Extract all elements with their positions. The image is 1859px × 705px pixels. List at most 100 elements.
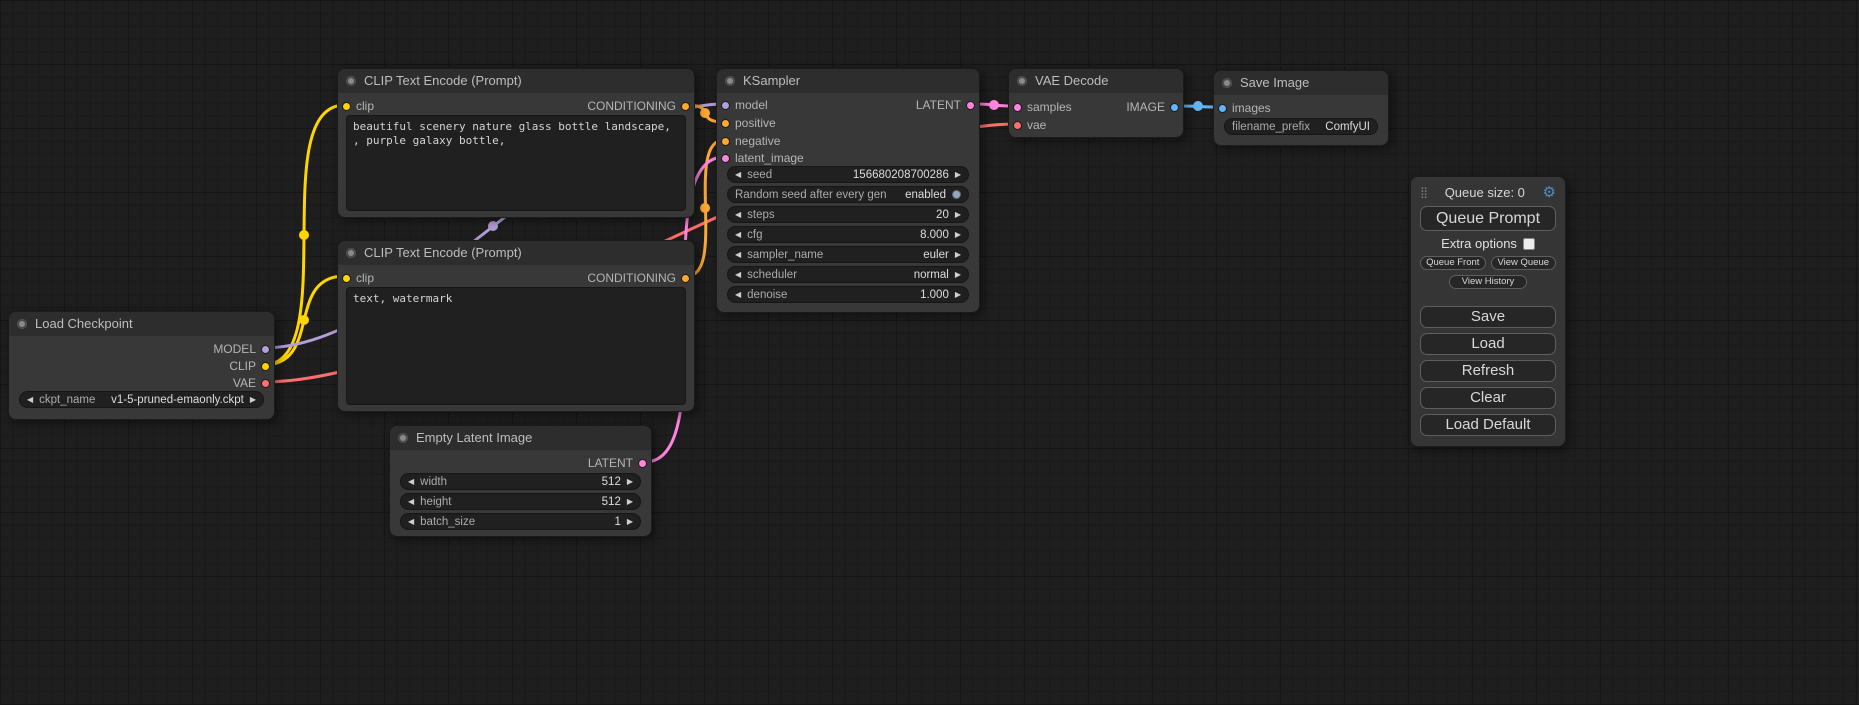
collapse-dot-icon[interactable]: [398, 433, 408, 443]
left-arrow-icon[interactable]: ◀: [735, 246, 741, 263]
right-arrow-icon[interactable]: ▶: [955, 286, 961, 303]
input-slot-clip: clip: [338, 98, 374, 114]
right-arrow-icon[interactable]: ▶: [627, 513, 633, 530]
denoise-widget[interactable]: ◀ denoise 1.000 ▶: [727, 286, 969, 303]
image-output-dot[interactable]: [1170, 103, 1179, 112]
left-arrow-icon[interactable]: ◀: [735, 166, 741, 183]
positive-input-dot[interactable]: [721, 119, 730, 128]
left-arrow-icon[interactable]: ◀: [735, 286, 741, 303]
left-arrow-icon[interactable]: ◀: [735, 266, 741, 283]
seed-widget[interactable]: ◀ seed 156680208700286 ▶: [727, 166, 969, 183]
cfg-widget[interactable]: ◀ cfg 8.000 ▶: [727, 226, 969, 243]
clip-input-dot[interactable]: [342, 274, 351, 283]
node-load-checkpoint[interactable]: Load Checkpoint MODEL CLIP VAE ◀ ckpt_na…: [8, 311, 275, 420]
queue-front-button[interactable]: Queue Front: [1420, 256, 1486, 270]
gear-icon[interactable]: ⚙: [1543, 185, 1556, 200]
conditioning-output-dot[interactable]: [681, 102, 690, 111]
extra-options-row: Extra options: [1420, 236, 1556, 251]
right-arrow-icon[interactable]: ▶: [955, 226, 961, 243]
extra-options-checkbox[interactable]: [1523, 238, 1535, 250]
vae-input-dot[interactable]: [1013, 121, 1022, 130]
collapse-dot-icon[interactable]: [17, 319, 27, 329]
left-arrow-icon[interactable]: ◀: [27, 391, 33, 408]
save-button[interactable]: Save: [1420, 306, 1556, 328]
node-empty-latent-image[interactable]: Empty Latent Image LATENT ◀ width 512 ▶ …: [389, 425, 652, 537]
latent-output-dot[interactable]: [966, 101, 975, 110]
view-history-button[interactable]: View History: [1449, 275, 1527, 289]
vae-output-dot[interactable]: [261, 379, 270, 388]
node-title-bar[interactable]: VAE Decode: [1009, 69, 1183, 93]
node-canvas[interactable]: { "colors": { "model": "#B39DDB", "clip"…: [0, 0, 1859, 705]
widget-value: 1: [614, 516, 620, 528]
height-widget[interactable]: ◀ height 512 ▶: [400, 493, 641, 510]
node-title-bar[interactable]: CLIP Text Encode (Prompt): [338, 241, 694, 265]
input-slot-vae: vae: [1009, 117, 1046, 133]
right-arrow-icon[interactable]: ▶: [955, 206, 961, 223]
clip-output-dot[interactable]: [261, 362, 270, 371]
steps-widget[interactable]: ◀ steps 20 ▶: [727, 206, 969, 223]
collapse-dot-icon[interactable]: [1222, 78, 1232, 88]
left-arrow-icon[interactable]: ◀: [408, 493, 414, 510]
slot-label: clip: [356, 271, 374, 285]
node-title-bar[interactable]: Load Checkpoint: [9, 312, 274, 336]
right-arrow-icon[interactable]: ▶: [250, 391, 256, 408]
node-clip-text-encode-positive[interactable]: CLIP Text Encode (Prompt) clip CONDITION…: [337, 68, 695, 218]
left-arrow-icon[interactable]: ◀: [408, 513, 414, 530]
toggle-knob[interactable]: [952, 190, 961, 199]
ckpt-name-widget[interactable]: ◀ ckpt_name v1-5-pruned-emaonly.ckpt ▶: [19, 391, 264, 408]
node-vae-decode[interactable]: VAE Decode samples vae IMAGE: [1008, 68, 1184, 138]
collapse-dot-icon[interactable]: [346, 248, 356, 258]
latent-output-dot[interactable]: [638, 459, 647, 468]
node-ksampler[interactable]: KSampler model positive negative latent_…: [716, 68, 980, 313]
drag-handle-icon[interactable]: ⣿: [1420, 186, 1427, 199]
node-clip-text-encode-negative[interactable]: CLIP Text Encode (Prompt) clip CONDITION…: [337, 240, 695, 412]
left-arrow-icon[interactable]: ◀: [735, 226, 741, 243]
collapse-dot-icon[interactable]: [346, 76, 356, 86]
right-arrow-icon[interactable]: ▶: [955, 246, 961, 263]
model-output-dot[interactable]: [261, 345, 270, 354]
clip-input-dot[interactable]: [342, 102, 351, 111]
node-title-bar[interactable]: CLIP Text Encode (Prompt): [338, 69, 694, 93]
right-arrow-icon[interactable]: ▶: [627, 473, 633, 490]
left-arrow-icon[interactable]: ◀: [735, 206, 741, 223]
view-queue-button[interactable]: View Queue: [1491, 256, 1557, 270]
widget-label: Random seed after every gen: [735, 189, 887, 201]
slot-label: clip: [356, 99, 374, 113]
conditioning-output-dot[interactable]: [681, 274, 690, 283]
latent-image-input-dot[interactable]: [721, 154, 730, 163]
node-title-bar[interactable]: Save Image: [1214, 71, 1388, 95]
slot-label: VAE: [233, 376, 256, 390]
filename-prefix-widget[interactable]: filename_prefix ComfyUI: [1224, 118, 1378, 135]
negative-input-dot[interactable]: [721, 137, 730, 146]
node-title-bar[interactable]: KSampler: [717, 69, 979, 93]
load-default-button[interactable]: Load Default: [1420, 414, 1556, 436]
node-title: KSampler: [743, 73, 800, 88]
widget-label: denoise: [747, 289, 787, 301]
load-button[interactable]: Load: [1420, 333, 1556, 355]
input-slot-model: model: [717, 97, 768, 113]
node-save-image[interactable]: Save Image images filename_prefix ComfyU…: [1213, 70, 1389, 146]
slot-label: CONDITIONING: [587, 99, 676, 113]
width-widget[interactable]: ◀ width 512 ▶: [400, 473, 641, 490]
clear-button[interactable]: Clear: [1420, 387, 1556, 409]
node-title-bar[interactable]: Empty Latent Image: [390, 426, 651, 450]
left-arrow-icon[interactable]: ◀: [408, 473, 414, 490]
sampler-name-widget[interactable]: ◀ sampler_name euler ▶: [727, 246, 969, 263]
slot-label: LATENT: [588, 456, 633, 470]
positive-prompt-textarea[interactable]: beautiful scenery nature glass bottle la…: [346, 115, 686, 211]
model-input-dot[interactable]: [721, 101, 730, 110]
refresh-button[interactable]: Refresh: [1420, 360, 1556, 382]
scheduler-widget[interactable]: ◀ scheduler normal ▶: [727, 266, 969, 283]
right-arrow-icon[interactable]: ▶: [955, 166, 961, 183]
collapse-dot-icon[interactable]: [1017, 76, 1027, 86]
collapse-dot-icon[interactable]: [725, 76, 735, 86]
images-input-dot[interactable]: [1218, 104, 1227, 113]
random-seed-toggle-widget[interactable]: Random seed after every gen enabled: [727, 186, 969, 203]
right-arrow-icon[interactable]: ▶: [627, 493, 633, 510]
right-arrow-icon[interactable]: ▶: [955, 266, 961, 283]
batch-size-widget[interactable]: ◀ batch_size 1 ▶: [400, 513, 641, 530]
negative-prompt-textarea[interactable]: text, watermark: [346, 287, 686, 405]
samples-input-dot[interactable]: [1013, 103, 1022, 112]
queue-prompt-button[interactable]: Queue Prompt: [1420, 206, 1556, 231]
input-slot-clip: clip: [338, 270, 374, 286]
